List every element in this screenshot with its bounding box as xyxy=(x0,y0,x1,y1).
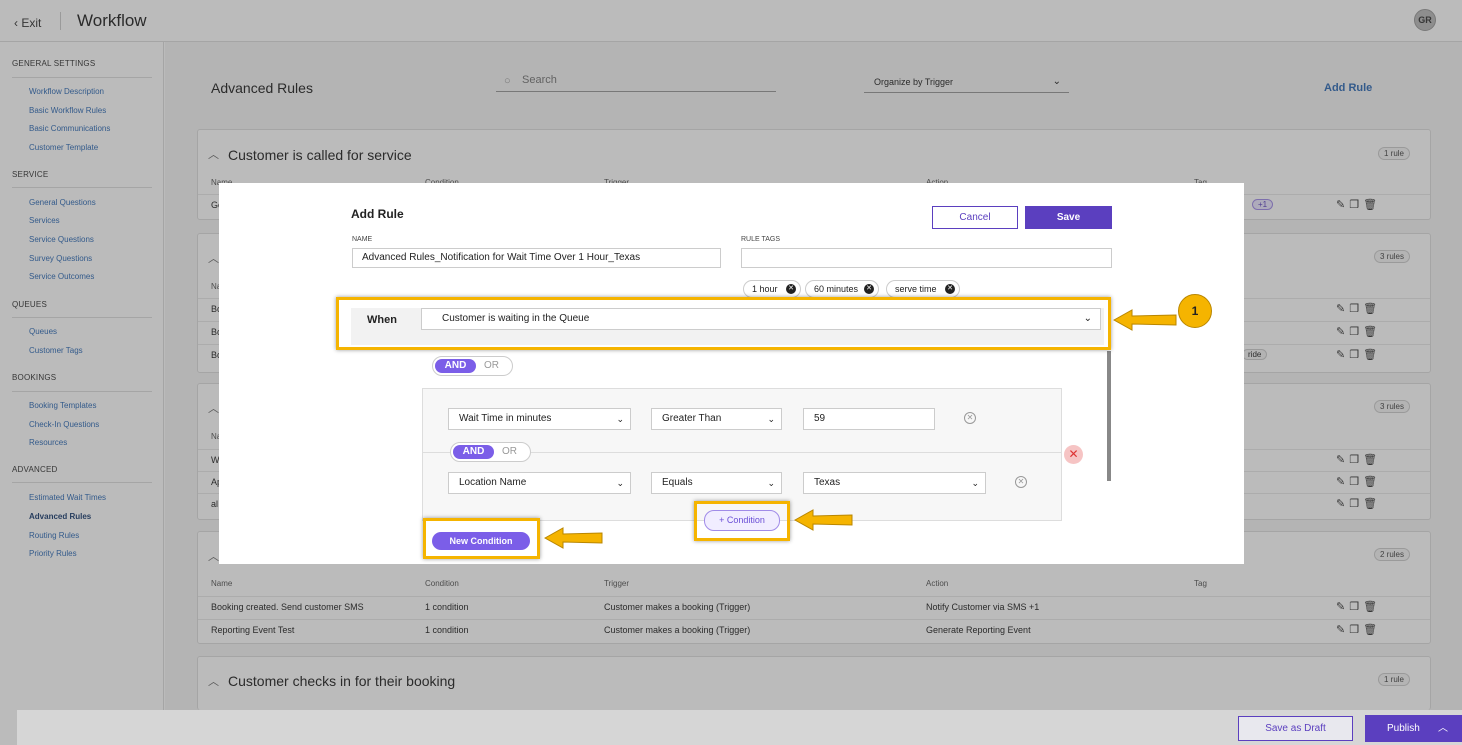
annotation-arrows xyxy=(543,309,1177,549)
arrow-icon xyxy=(793,509,853,531)
arrow-icon xyxy=(543,527,603,549)
arrow-icon xyxy=(1112,309,1177,331)
